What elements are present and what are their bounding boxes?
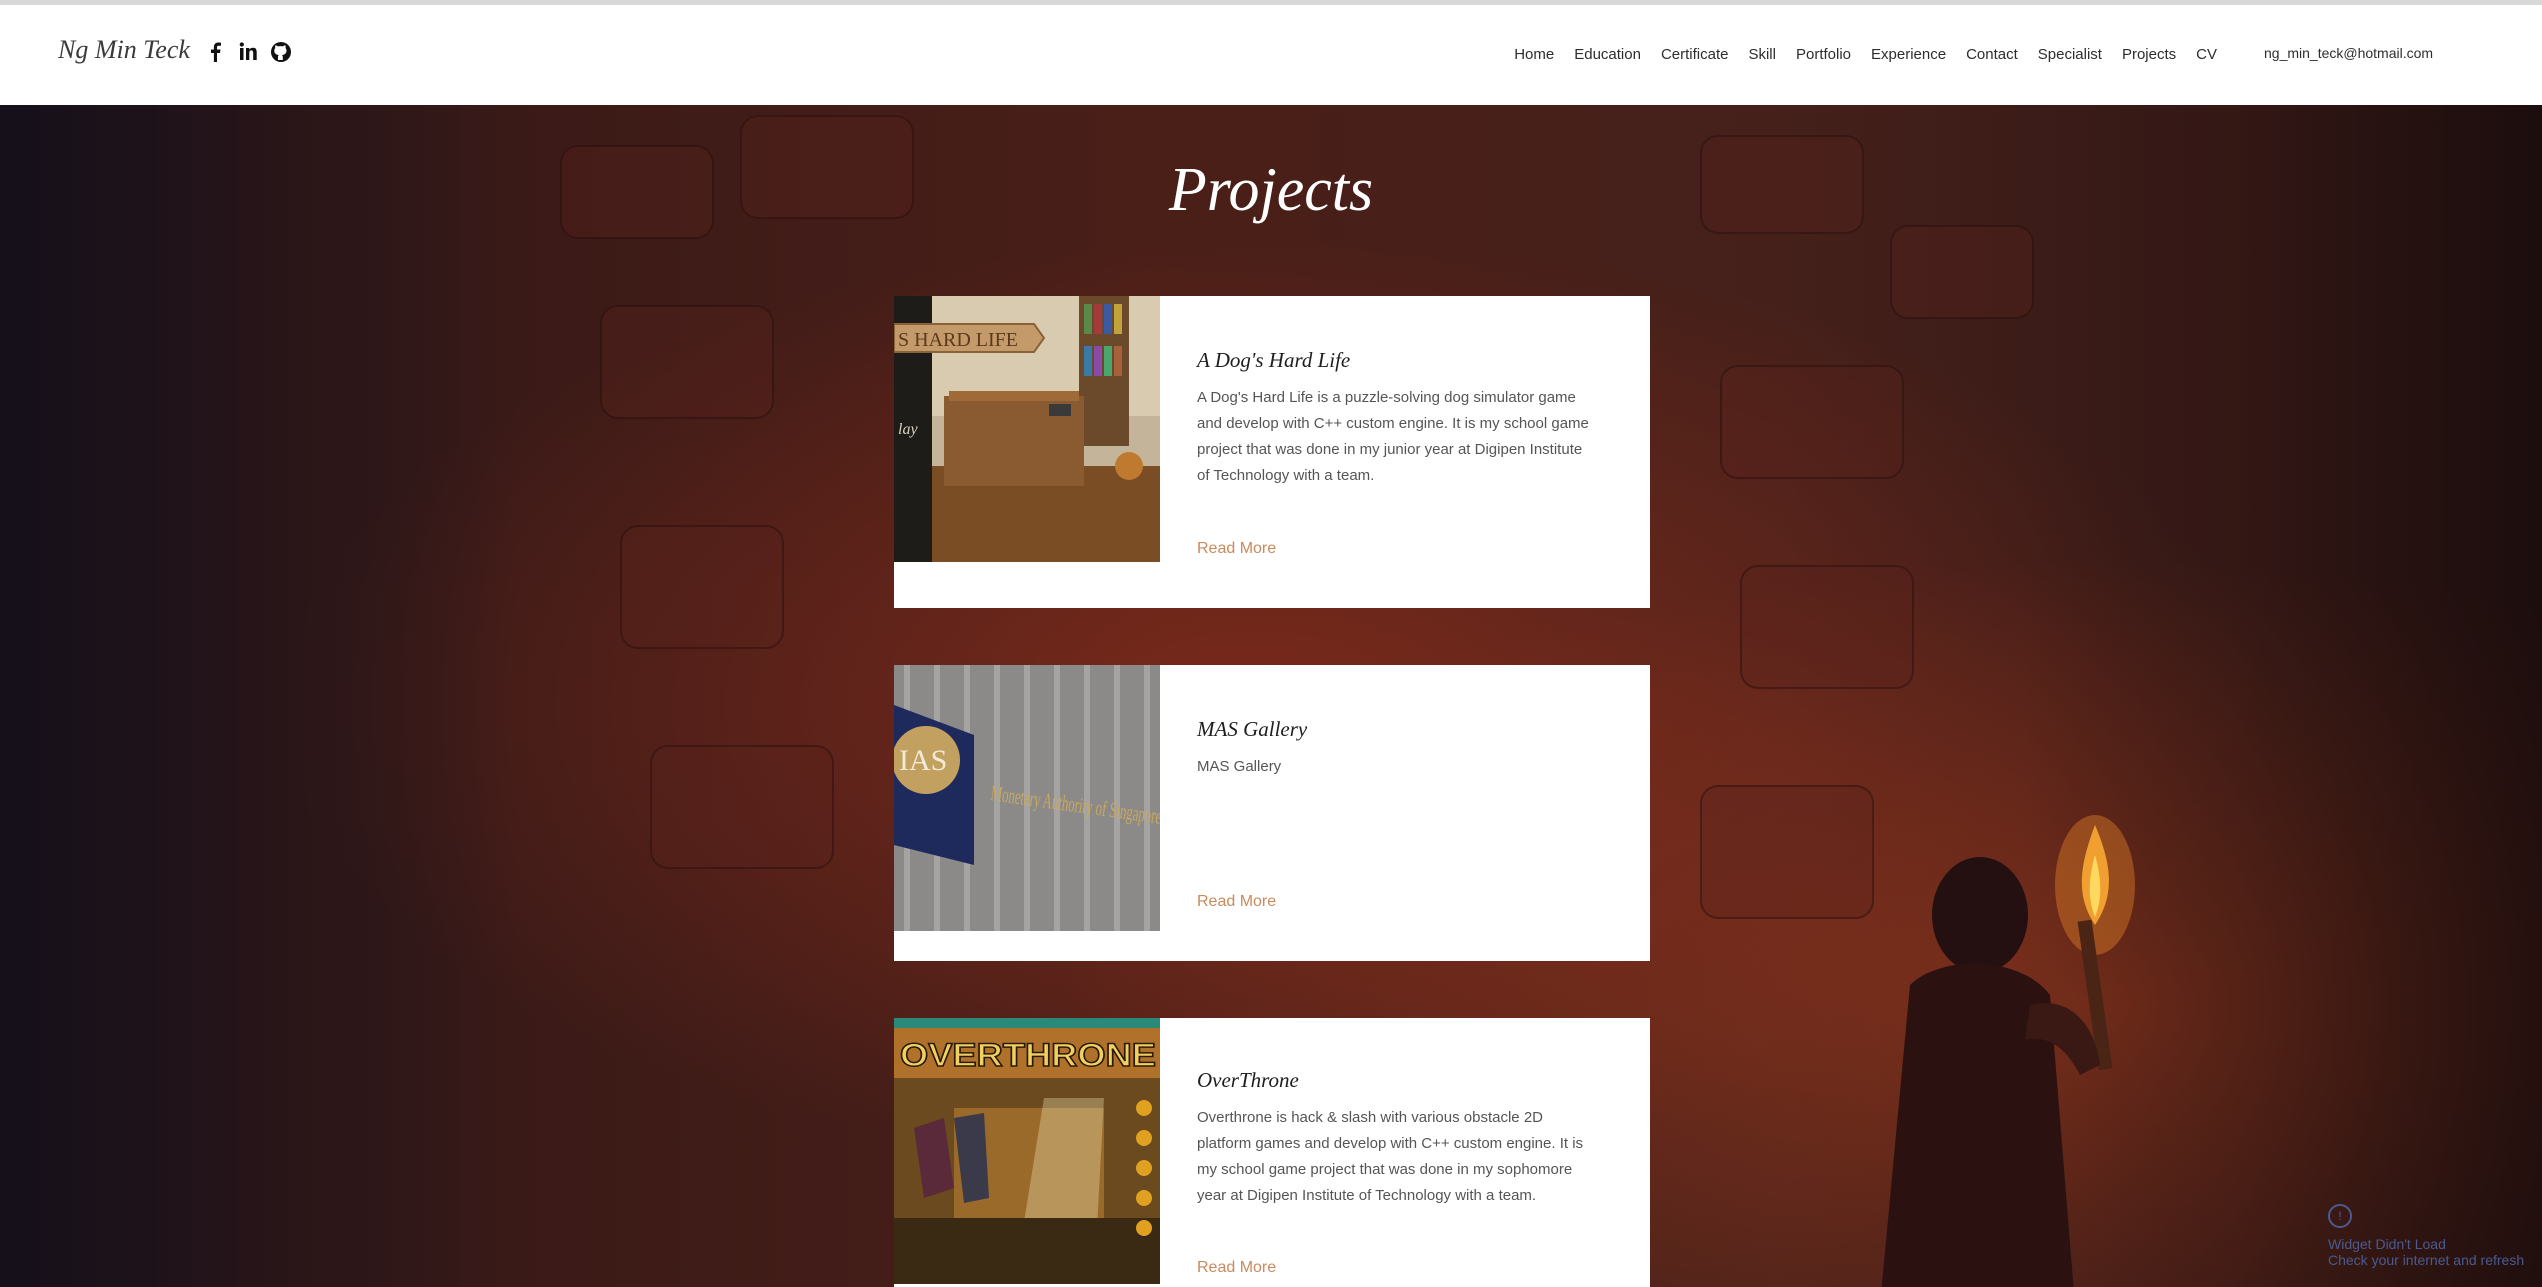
project-card: lay S HARD LIFE A Dog's Hard Life A Dog'… — [894, 296, 1650, 608]
project-title[interactable]: OverThrone — [1197, 1068, 1299, 1093]
nav-cv[interactable]: CV — [2186, 46, 2227, 63]
project-card: IAS Monetary Authority of Singapore MAS … — [894, 665, 1650, 961]
mas-gallery-image: IAS Monetary Authority of Singapore — [894, 665, 1160, 931]
github-icon[interactable] — [270, 41, 291, 63]
widget-error-title: Widget Didn't Load — [2328, 1236, 2446, 1252]
overthrone-image: OVERTHRONE — [894, 1018, 1160, 1284]
nav-home[interactable]: Home — [1504, 46, 1564, 63]
site-logo[interactable]: Ng Min Teck — [58, 35, 190, 65]
dogs-hard-life-image: lay S HARD LIFE — [894, 296, 1160, 562]
thumb-game-logo: OVERTHRONE — [900, 1037, 1156, 1073]
page-title: Projects — [1168, 156, 1374, 224]
nav-education[interactable]: Education — [1564, 46, 1651, 63]
nav-skill[interactable]: Skill — [1738, 46, 1786, 63]
social-bar — [206, 41, 291, 63]
project-thumbnail[interactable]: OVERTHRONE — [894, 1018, 1160, 1284]
widget-error: ! Widget Didn't Load Check your internet… — [2328, 1204, 2524, 1268]
nav-contact[interactable]: Contact — [1956, 46, 2028, 63]
thumb-badge-label: IAS — [899, 744, 947, 777]
stone-block — [1720, 365, 1904, 479]
linkedin-icon[interactable] — [238, 41, 258, 63]
torch-figure-illustration — [1881, 815, 2135, 1287]
project-description: MAS Gallery — [1197, 758, 1282, 775]
thumb-side-label: lay — [898, 421, 918, 438]
read-more-link[interactable]: Read More — [1197, 1259, 1276, 1277]
nav-certificate[interactable]: Certificate — [1651, 46, 1739, 63]
email-link[interactable]: ng_min_teck@hotmail.com — [2264, 45, 2433, 61]
stone-block — [650, 745, 834, 869]
nav-portfolio[interactable]: Portfolio — [1786, 46, 1861, 63]
read-more-link[interactable]: Read More — [1197, 540, 1276, 558]
stone-block — [1890, 225, 2034, 319]
read-more-link[interactable]: Read More — [1197, 893, 1276, 911]
nav-specialist[interactable]: Specialist — [2028, 46, 2112, 63]
project-description: A Dog's Hard Life is a puzzle-solving do… — [1197, 389, 1589, 484]
stone-block — [600, 305, 774, 419]
hero-background: Projects lay S HARD LIFE A Dog's Hard Li… — [0, 105, 2542, 1287]
stone-block — [620, 525, 784, 649]
project-title[interactable]: MAS Gallery — [1197, 717, 1307, 742]
nav-projects[interactable]: Projects — [2112, 46, 2186, 63]
project-card: OVERTHRONE OverThrone Overthrone is hack… — [894, 1018, 1650, 1287]
project-title[interactable]: A Dog's Hard Life — [1197, 348, 1350, 373]
project-description: Overthrone is hack & slash with various … — [1197, 1109, 1584, 1204]
thumb-banner-label: S HARD LIFE — [898, 329, 1018, 351]
stone-block — [1740, 565, 1914, 689]
info-icon: ! — [2328, 1204, 2352, 1228]
facebook-icon[interactable] — [206, 41, 226, 63]
widget-error-detail: Check your internet and refresh — [2328, 1252, 2525, 1268]
left-curtain — [0, 105, 520, 1287]
main-nav: Home Education Certificate Skill Portfol… — [1504, 46, 2227, 63]
site-header: Ng Min Teck Home Education Certificate S… — [0, 5, 2542, 105]
project-thumbnail[interactable]: IAS Monetary Authority of Singapore — [894, 665, 1160, 931]
nav-experience[interactable]: Experience — [1861, 46, 1956, 63]
project-thumbnail[interactable]: lay S HARD LIFE — [894, 296, 1160, 562]
